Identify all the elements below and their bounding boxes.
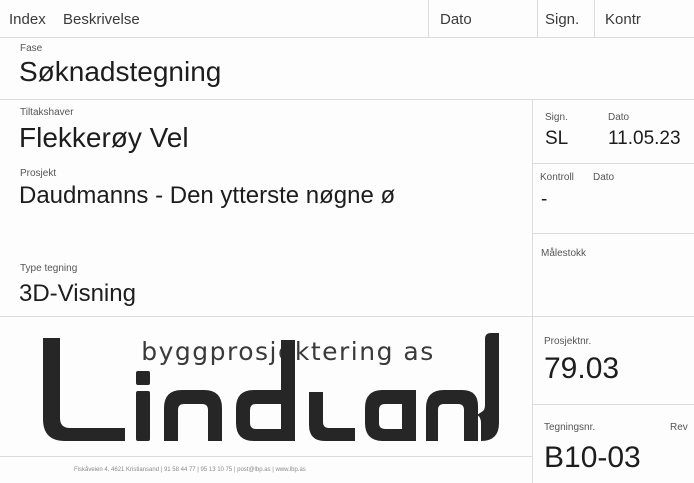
tiltakshaver-label: Tiltakshaver (20, 107, 74, 118)
prosjektnr-label: Prosjektnr. (544, 336, 592, 347)
logo-letter-i (136, 391, 150, 441)
fase-value: Søknadstegning (19, 56, 222, 87)
logo-letter-n (164, 390, 222, 441)
logo-letter-d2 (477, 333, 499, 441)
header-sign: Sign. (545, 11, 580, 28)
rev-label: Rev (670, 422, 688, 433)
tiltakshaver-value: Flekkerøy Vel (19, 122, 189, 153)
prosjekt-label: Prosjekt (20, 168, 57, 179)
company-logo: byggprosjektering as (40, 328, 502, 450)
sign-value: SL (545, 128, 569, 149)
sign-bottom-line (532, 163, 694, 164)
type-bottom-line (0, 316, 694, 317)
prosjekt-value: Daudmanns - Den ytterste nøgne ø (19, 182, 396, 209)
logo-bottom-line (0, 456, 532, 457)
tegningsnr-value: B10-03 (544, 441, 641, 474)
header-divider-sign (537, 0, 538, 37)
header-kontr: Kontr (605, 11, 641, 28)
logo-letter-l2 (309, 392, 355, 441)
sign-dato-label: Dato (608, 112, 630, 123)
type-tegning-value: 3D-Visning (19, 280, 136, 307)
prosjektnr-value: 79.03 (544, 352, 620, 385)
tegningsnr-label: Tegningsnr. (544, 422, 596, 433)
sign-label: Sign. (545, 112, 568, 123)
header-divider-dato (428, 0, 429, 37)
fase-label: Fase (20, 43, 43, 54)
kontroll-bottom-line (532, 233, 694, 234)
logo-graphic: byggprosjektering as (43, 333, 499, 441)
header-beskrivelse: Beskrivelse (63, 11, 140, 28)
kontroll-label: Kontroll (540, 172, 574, 183)
right-column-line (532, 99, 533, 483)
type-tegning-label: Type tegning (20, 263, 78, 274)
header-index: Index (9, 11, 46, 28)
footer-contact: Fiskåveien 4, 4621 Kristiansand | 91 58 … (74, 467, 306, 473)
logo-letter-i-dot (136, 371, 150, 385)
header-dato: Dato (440, 11, 472, 28)
kontroll-value: - (541, 189, 548, 210)
logo-letter-a (365, 390, 416, 441)
prosjektnr-bottom-line (532, 404, 694, 405)
header-bottom-line (0, 37, 694, 38)
logo-letter-l (43, 338, 125, 441)
logo-letter-n2 (426, 390, 478, 441)
kontroll-dato-label: Dato (593, 172, 615, 183)
malestokk-label: Målestokk (541, 248, 587, 259)
fase-bottom-line (0, 99, 694, 100)
header-divider-kontr (594, 0, 595, 37)
sign-dato-value: 11.05.23 (608, 128, 681, 149)
